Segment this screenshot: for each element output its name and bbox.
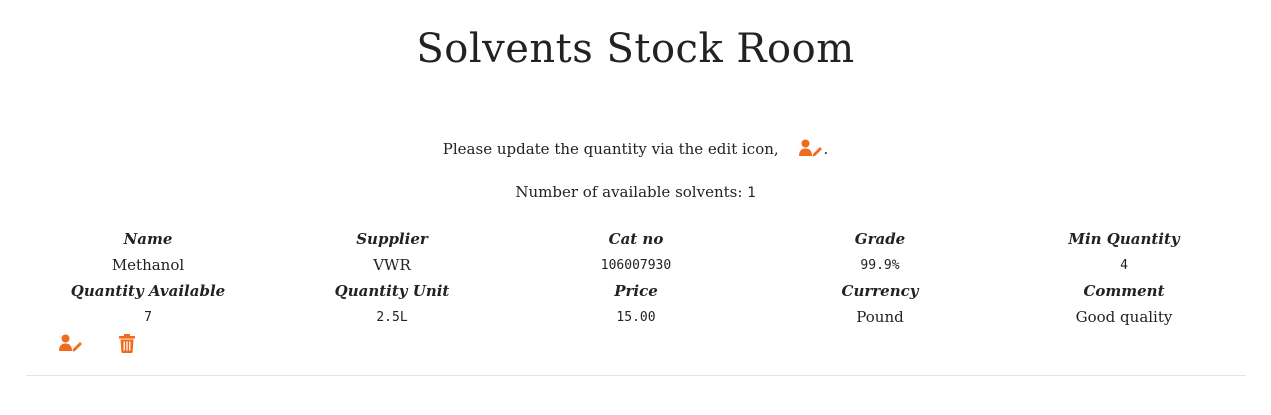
header-comment: Comment <box>1083 282 1165 300</box>
header-min-quantity: Min Quantity <box>1068 230 1180 248</box>
instruction-text: Please update the quantity via the edit … <box>442 140 779 158</box>
instruction-suffix: . <box>823 140 829 158</box>
divider <box>26 375 1246 376</box>
header-supplier: Supplier <box>356 230 428 248</box>
trash-icon <box>119 333 135 353</box>
value-quantity-available: 7 <box>144 309 152 325</box>
header-grade: Grade <box>854 230 906 248</box>
edit-quantity-button[interactable] <box>58 334 84 352</box>
user-edit-icon <box>799 139 823 161</box>
header-quantity-unit: Quantity Unit <box>334 282 450 300</box>
user-edit-icon <box>59 334 82 352</box>
value-name: Methanol <box>111 256 185 274</box>
row-actions <box>58 332 135 354</box>
count-value: 1 <box>747 185 756 201</box>
value-quantity-unit: 2.5L <box>376 309 408 325</box>
solvent-record: Name Supplier Cat no Grade Min Quantity … <box>26 226 1246 330</box>
instruction-line: Please update the quantity via the edit … <box>0 139 1271 161</box>
value-row-2: 7 2.5L 15.00 Pound Good quality <box>26 304 1246 330</box>
delete-button[interactable] <box>119 333 135 353</box>
count-label: Number of available solvents: <box>515 183 743 201</box>
value-min-quantity: 4 <box>1120 257 1128 273</box>
header-name: Name <box>123 230 173 248</box>
value-cat-no: 106007930 <box>600 257 672 273</box>
header-row-1: Name Supplier Cat no Grade Min Quantity <box>26 226 1246 252</box>
header-currency: Currency <box>841 282 919 300</box>
header-cat-no: Cat no <box>608 230 664 248</box>
header-row-2: Quantity Available Quantity Unit Price C… <box>26 278 1246 304</box>
value-price: 15.00 <box>616 309 656 325</box>
header-quantity-available: Quantity Available <box>70 282 226 300</box>
value-row-1: Methanol VWR 106007930 99.9% 4 <box>26 252 1246 278</box>
header-price: Price <box>614 282 658 300</box>
solvent-count-line: Number of available solvents: 1 <box>0 183 1271 201</box>
page-title: Solvents Stock Room <box>416 26 855 72</box>
value-currency: Pound <box>856 308 904 326</box>
value-supplier: VWR <box>373 256 411 274</box>
stock-room-page: Solvents Stock Room Please update the qu… <box>0 0 1271 415</box>
value-comment: Good quality <box>1075 308 1173 326</box>
value-grade: 99.9% <box>860 257 900 273</box>
